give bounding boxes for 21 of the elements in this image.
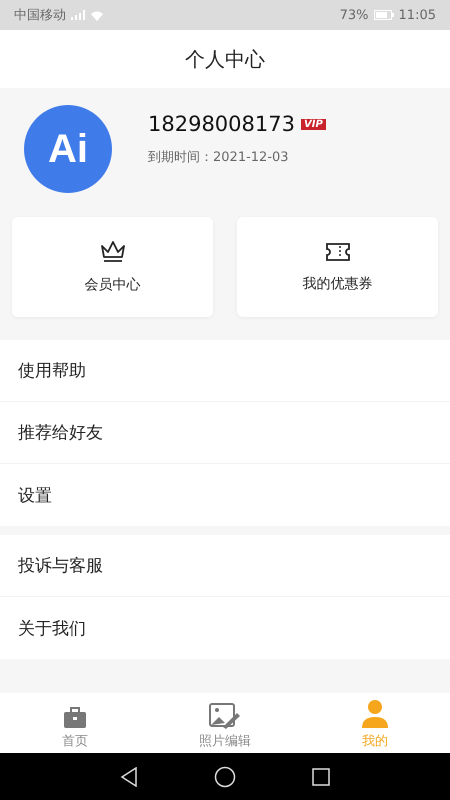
recents-icon[interactable] [312, 768, 330, 786]
briefcase-icon [63, 707, 87, 729]
battery-text: 73% [340, 8, 369, 22]
wifi-icon [90, 10, 104, 20]
time-text: 11:05 [398, 8, 436, 22]
person-icon [360, 699, 390, 729]
crown-icon [100, 240, 126, 264]
vip-badge: VIP [300, 118, 326, 130]
page-title: 个人中心 [185, 46, 265, 72]
battery-icon [374, 10, 394, 20]
avatar-logo: Ai [24, 105, 112, 193]
shortcut-card[interactable]: 我的优惠券 [237, 217, 438, 317]
back-icon[interactable] [120, 766, 138, 786]
phone-number: 18298008173 [148, 112, 295, 136]
signal-icon [71, 10, 85, 20]
ticket-icon [324, 241, 350, 263]
shortcut-card[interactable]: 会员中心 [12, 217, 213, 317]
expiry-date: 到期时间：2021-12-03 [148, 149, 289, 166]
home-icon[interactable] [214, 766, 236, 788]
carrier-text: 中国移动 [14, 7, 66, 24]
image-edit-icon [209, 703, 241, 729]
